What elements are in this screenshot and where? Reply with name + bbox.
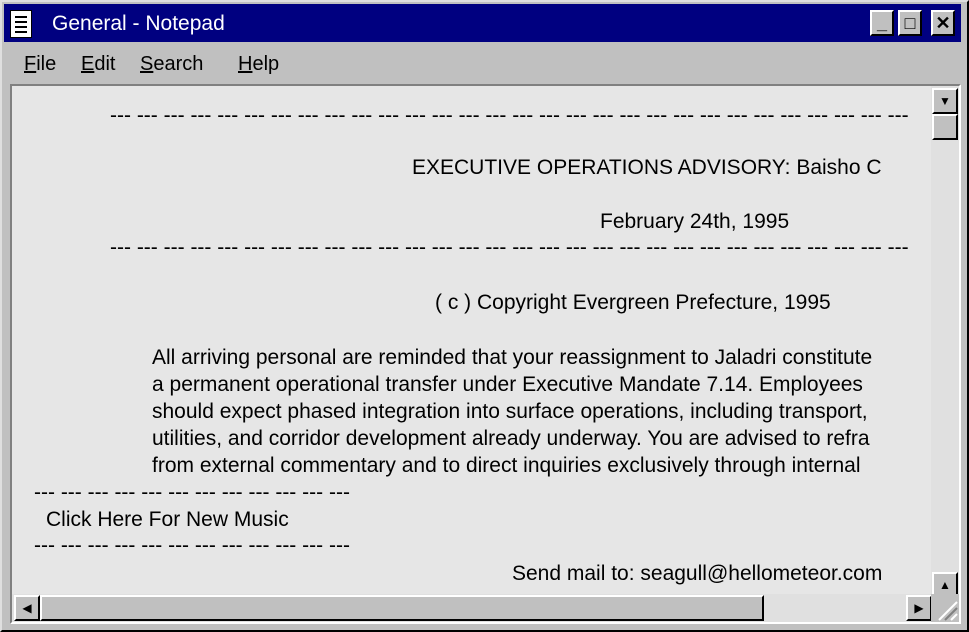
notepad-window: General - Notepad _ □ ✕ File Edit Search…: [0, 0, 969, 632]
body-line: All arriving personal are reminded that …: [152, 346, 873, 369]
menu-bar: File Edit Search Help: [4, 44, 961, 82]
scroll-down-arrow-icon[interactable]: ▼: [932, 88, 958, 114]
notepad-icon[interactable]: [10, 10, 32, 38]
menu-edit[interactable]: Edit: [81, 53, 115, 76]
divider-line: --- --- --- --- --- --- --- --- --- --- …: [110, 104, 909, 127]
menu-search[interactable]: Search: [140, 53, 203, 76]
divider-line-short: --- --- --- --- --- --- --- --- --- --- …: [34, 481, 350, 504]
divider-line: --- --- --- --- --- --- --- --- --- --- …: [110, 236, 909, 259]
body-line: utilities, and corridor development alre…: [152, 427, 870, 450]
maximize-button[interactable]: □: [898, 10, 922, 36]
title-bar[interactable]: General - Notepad _ □ ✕: [4, 4, 961, 42]
scroll-right-arrow-icon[interactable]: ▶: [906, 595, 932, 621]
scroll-left-arrow-icon[interactable]: ◀: [14, 595, 40, 621]
vertical-scroll-thumb[interactable]: [932, 114, 958, 140]
body-line: should expect phased integration into su…: [152, 400, 868, 423]
mail-line: Send mail to: seagull@hellometeor.com: [512, 562, 883, 585]
advisory-date: February 24th, 1995: [600, 210, 790, 233]
menu-help[interactable]: Help: [238, 53, 279, 76]
advisory-heading: EXECUTIVE OPERATIONS ADVISORY: Baisho C: [412, 156, 882, 179]
text-editor[interactable]: --- --- --- --- --- --- --- --- --- --- …: [10, 84, 961, 624]
window-title: General - Notepad: [52, 12, 225, 35]
resize-grip-icon[interactable]: [931, 594, 959, 622]
copyright-line: ( c ) Copyright Evergreen Prefecture, 19…: [435, 291, 831, 314]
divider-line-short: --- --- --- --- --- --- --- --- --- --- …: [34, 534, 350, 557]
music-link[interactable]: Click Here For New Music: [46, 508, 289, 532]
horizontal-scroll-thumb[interactable]: [40, 595, 764, 621]
menu-file[interactable]: File: [24, 53, 56, 76]
close-button[interactable]: ✕: [931, 10, 955, 36]
minimize-button[interactable]: _: [870, 10, 894, 36]
vertical-scrollbar[interactable]: ▼ ▲: [931, 86, 959, 598]
body-line: a permanent operational transfer under E…: [152, 373, 863, 396]
horizontal-scrollbar[interactable]: ◀ ▶: [12, 594, 932, 622]
body-line: from external commentary and to direct i…: [152, 454, 861, 477]
